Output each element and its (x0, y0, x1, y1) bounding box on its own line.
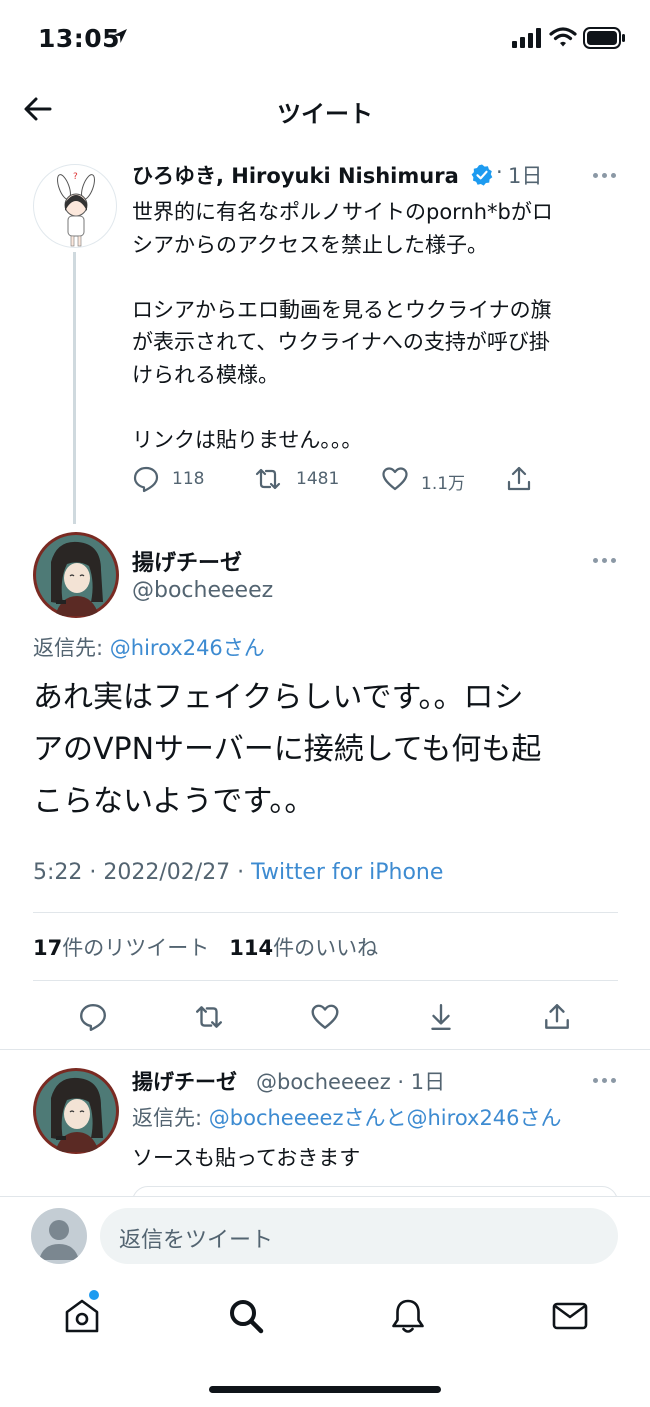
tweet-text: ソースも貼っておきます (132, 1146, 361, 1170)
avatar-illustration (36, 1071, 116, 1152)
avatar[interactable] (31, 1208, 87, 1264)
avatar[interactable]: ? (33, 164, 117, 248)
reply-placeholder: 返信をツイート (119, 1228, 274, 1253)
tweet-line: こらないようです。。 (33, 784, 315, 819)
battery-icon (583, 27, 625, 49)
retweet-count: 1481 (296, 469, 340, 489)
tweet-text: 世界的に有名なポルノサイトのpornh*bがロ シアからのアクセスを禁止した様子… (132, 196, 612, 456)
tweet-timestamp: 5:22 · 2022/02/27 · (33, 860, 252, 885)
tweet-line: あれ実はフェイクらしいです。。ロシ (33, 680, 524, 715)
messages-icon[interactable] (550, 1296, 590, 1336)
bookmark-icon[interactable] (426, 1002, 456, 1032)
verified-badge-icon (471, 164, 493, 186)
divider (33, 912, 618, 913)
author-name[interactable]: 揚げチーゼ (132, 545, 242, 577)
svg-text:?: ? (73, 172, 78, 182)
like-icon[interactable] (310, 1002, 340, 1032)
engagement-counts: 17件のリツイート 114件のいいね (33, 932, 378, 962)
like-total: 114 (229, 936, 274, 960)
reply-to: 返信先: @hirox246さん (33, 632, 265, 662)
status-time: 13:05 (38, 24, 121, 53)
tweet-line: アのVPNサーバーに接続しても何も起 (33, 732, 542, 767)
more-icon[interactable] (593, 171, 617, 179)
reply-to-prefix: 返信先: (33, 636, 110, 660)
avatar[interactable] (33, 532, 119, 618)
retweet-icon[interactable] (254, 465, 282, 493)
signal-icon (512, 28, 541, 48)
reply-count: 118 (172, 469, 205, 489)
tweet-source-link[interactable]: Twitter for iPhone (251, 860, 443, 885)
tweet-line: シアからのアクセスを禁止した様子。 (132, 232, 488, 257)
retweet-label: 件のリツイート (62, 936, 210, 960)
home-icon[interactable] (62, 1296, 102, 1336)
page-title: ツイート (277, 100, 373, 128)
location-arrow-icon (113, 29, 127, 43)
divider (0, 1049, 650, 1050)
divider (33, 980, 618, 981)
reply-to-prefix: 返信先: (132, 1106, 209, 1130)
like-icon[interactable] (381, 465, 409, 493)
author-handle-time[interactable]: @bocheeeez · 1日 (256, 1066, 445, 1096)
like-stat[interactable]: 114件のいいね (229, 936, 378, 960)
notification-dot (89, 1290, 99, 1300)
wifi-icon (549, 27, 577, 47)
retweet-total: 17 (33, 936, 63, 960)
tweet-line: が表示されて、ウクライナへの支持が呼び掛 (132, 330, 550, 354)
tweet-meta: 5:22 · 2022/02/27 · Twitter for iPhone (33, 860, 443, 885)
reply-to-link[interactable]: @bocheeeezさんと@hirox246さん (209, 1106, 562, 1130)
reply-icon[interactable] (132, 465, 160, 493)
avatar[interactable] (33, 1068, 119, 1154)
avatar-illustration (36, 535, 116, 616)
share-icon[interactable] (505, 465, 533, 493)
tweet-line: リンクは貼りません。。。 (132, 427, 363, 452)
like-label: 件のいいね (273, 936, 379, 960)
tweet-line: 世界的に有名なポルノサイトのpornh*bがロ (132, 200, 553, 224)
search-icon[interactable] (226, 1296, 266, 1336)
retweet-stat[interactable]: 17件のリツイート (33, 936, 209, 960)
tweet-line (132, 261, 612, 294)
share-icon[interactable] (542, 1002, 572, 1032)
reply-to: 返信先: @bocheeeezさんと@hirox246さん (132, 1102, 562, 1132)
notifications-icon[interactable] (388, 1296, 428, 1336)
tweet-line: けられる模様。 (132, 362, 279, 387)
tweet-time[interactable]: 1日 (508, 160, 542, 190)
tweet-text: あれ実はフェイクらしいです。。ロシ アのVPNサーバーに接続しても何も起 こらな… (33, 672, 633, 828)
home-indicator (209, 1386, 441, 1393)
like-count: 1.1万 (421, 474, 466, 494)
tweet-line (132, 391, 612, 424)
reply-to-link[interactable]: @hirox246さん (110, 636, 265, 660)
author-handle[interactable]: @bocheeeez (132, 578, 273, 603)
author-name[interactable]: 揚げチーゼ (132, 1066, 237, 1096)
tweet-line: ロシアからエロ動画を見るとウクライナの旗 (132, 297, 552, 322)
default-avatar-icon (39, 1220, 79, 1260)
reply-icon[interactable] (78, 1002, 108, 1032)
author-name[interactable]: ひろゆき, Hiroyuki Nishimura (132, 160, 459, 190)
more-icon[interactable] (593, 556, 617, 564)
retweet-icon[interactable] (194, 1002, 224, 1032)
separator: · (496, 160, 503, 184)
avatar-illustration: ? (57, 172, 95, 247)
more-icon[interactable] (593, 1076, 617, 1084)
thread-line (73, 252, 76, 524)
